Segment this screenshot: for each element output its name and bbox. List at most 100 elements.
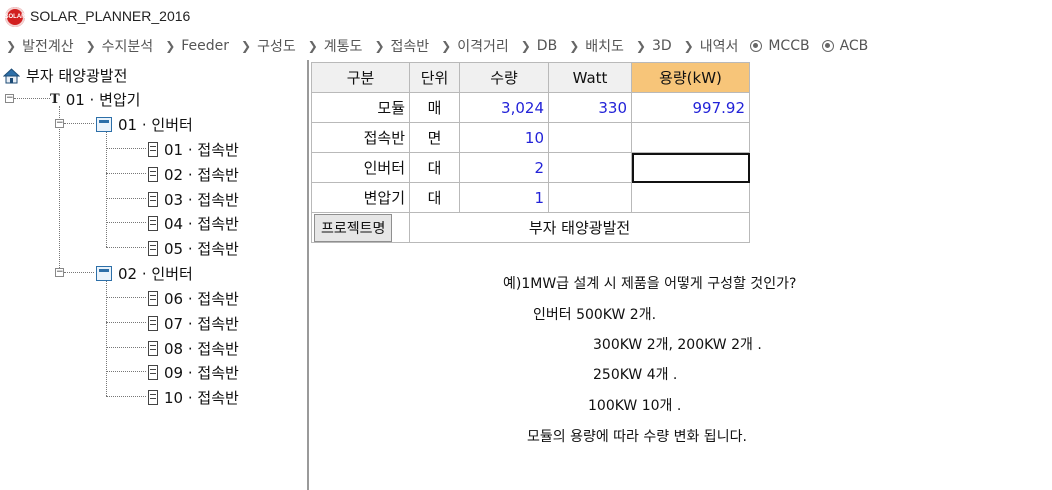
tree-connector [106, 371, 146, 372]
tree-item-junction-box[interactable]: 10 · 접속반 [148, 387, 239, 408]
menu-item-junction-box[interactable]: ❯ 접속반 [374, 36, 429, 56]
project-name-field[interactable]: 부자 태양광발전 [409, 212, 750, 243]
tree-item-junction-box[interactable]: 01 · 접속반 [148, 139, 239, 160]
collapse-toggle[interactable]: − [5, 94, 14, 103]
grid-cell-qty[interactable]: 1 [459, 182, 549, 213]
collapse-toggle[interactable]: − [55, 119, 64, 128]
grid-cell-capacity-selected[interactable] [631, 152, 750, 183]
grid-cell-watt[interactable]: 330 [548, 92, 632, 123]
menu-item-statement[interactable]: ❯ 내역서 [684, 36, 739, 56]
menu-label: 내역서 [699, 39, 739, 55]
tree-item-junction-box[interactable]: 03 · 접속반 [148, 189, 239, 210]
menu-bar: ❯ 발전계산 ❯ 수지분석 ❯ Feeder ❯ 구성도 ❯ 계통도 ❯ 접속반 ❯ 이격거리… [0, 34, 1052, 58]
chevron-right-icon: ❯ [6, 39, 17, 53]
junction-box-icon [148, 365, 158, 380]
tree-item-inverter[interactable]: 02 · 인버터 [96, 263, 193, 284]
menu-item-acb[interactable]: ACB [821, 38, 869, 54]
tree-connector [106, 247, 146, 248]
inverter-icon [96, 266, 112, 281]
grid-cell-qty[interactable]: 3,024 [459, 92, 549, 123]
note-line: 100KW 10개 . [588, 398, 682, 414]
chevron-right-icon: ❯ [241, 39, 252, 53]
tree-item-label: 10 · 접속반 [164, 389, 239, 407]
tree-item-junction-box[interactable]: 09 · 접속반 [148, 362, 239, 383]
menu-item-layout[interactable]: ❯ 배치도 [569, 36, 624, 56]
tree-root-plant[interactable]: 부자 태양광발전 [2, 65, 127, 86]
junction-box-icon [148, 192, 158, 207]
menu-item-single-line[interactable]: ❯ 계통도 [308, 36, 363, 56]
tree-connector [106, 347, 146, 348]
grid-cell-qty[interactable]: 2 [459, 152, 549, 183]
grid-header: 용량(kW) [631, 62, 750, 93]
grid-cell-qty[interactable]: 10 [459, 122, 549, 153]
tree-item-junction-box[interactable]: 08 · 접속반 [148, 338, 239, 359]
title-bar: SOLAR SOLAR_PLANNER_2016 [0, 0, 1052, 32]
tree-item-junction-box[interactable]: 02 · 접속반 [148, 164, 239, 185]
tree-connector [59, 106, 60, 272]
tree-item-junction-box[interactable]: 04 · 접속반 [148, 213, 239, 234]
menu-item-separation-distance[interactable]: ❯ 이격거리 [441, 36, 509, 56]
inverter-icon [96, 117, 112, 132]
grid-header: 구분 [311, 62, 410, 93]
grid-header: Watt [548, 62, 632, 93]
menu-item-mccb[interactable]: MCCB [750, 38, 810, 54]
tree-item-label: 09 · 접속반 [164, 364, 239, 382]
tree-item-inverter[interactable]: 01 · 인버터 [96, 114, 193, 135]
tree-item-label: 05 · 접속반 [164, 240, 239, 258]
note-line: 인버터 500KW 2개. [533, 307, 657, 323]
tree-item-junction-box[interactable]: 06 · 접속반 [148, 288, 239, 309]
menu-label: 이격거리 [457, 39, 509, 55]
grid-cell-capacity[interactable] [631, 122, 750, 153]
tree-item-label: 07 · 접속반 [164, 315, 239, 333]
project-name-button[interactable]: 프로젝트명 [314, 213, 393, 242]
tree-item-transformer[interactable]: T 01 · 변압기 [50, 89, 140, 110]
tree-item-label: 01 · 접속반 [164, 141, 239, 159]
menu-label: 구성도 [257, 39, 296, 55]
junction-box-icon [148, 216, 158, 231]
transformer-icon: T [50, 92, 60, 107]
menu-item-3d[interactable]: ❯ 3D [636, 38, 672, 54]
grid-cell-unit: 매 [409, 92, 460, 123]
menu-item-db[interactable]: ❯ DB [521, 38, 557, 54]
menu-item-feeder[interactable]: ❯ Feeder [165, 38, 229, 54]
house-icon [2, 67, 21, 84]
menu-item-income-analysis[interactable]: ❯ 수지분석 [86, 36, 154, 56]
tree-item-junction-box[interactable]: 05 · 접속반 [148, 238, 239, 259]
grid-cell-unit: 면 [409, 122, 460, 153]
menu-label: 수지분석 [101, 39, 154, 55]
junction-box-icon [148, 142, 158, 157]
menu-item-power-calc[interactable]: ❯ 발전계산 [6, 36, 74, 56]
menu-label: 계통도 [323, 39, 363, 55]
app-logo-text: SOLAR [4, 14, 26, 20]
grid-cell-watt[interactable] [548, 152, 632, 183]
tree-item-label: 04 · 접속반 [164, 215, 239, 233]
window-title: SOLAR_PLANNER_2016 [30, 8, 191, 24]
menu-label: DB [536, 38, 558, 54]
grid-cell-watt[interactable] [548, 122, 632, 153]
menu-label: ACB [839, 38, 869, 54]
note-question: 예)1MW급 설계 시 제품을 어떻게 구성할 것인가? [503, 276, 797, 292]
tree-connector [106, 396, 146, 397]
menu-label: 3D [651, 38, 672, 54]
grid-cell-capacity[interactable]: 997.92 [631, 92, 750, 123]
grid-cell-capacity[interactable] [631, 182, 750, 213]
collapse-toggle[interactable]: − [55, 268, 64, 277]
chevron-right-icon: ❯ [165, 39, 176, 53]
tree-connector [64, 272, 94, 273]
grid-cell-name: 인버터 [311, 152, 410, 183]
menu-label: MCCB [768, 38, 810, 54]
tree-item-label: 02 · 인버터 [118, 265, 193, 283]
radio-icon [821, 40, 834, 52]
menu-item-configuration[interactable]: ❯ 구성도 [241, 36, 296, 56]
chevron-right-icon: ❯ [520, 39, 531, 53]
menu-label: Feeder [181, 38, 230, 54]
grid-cell-unit: 대 [409, 152, 460, 183]
tree-item-junction-box[interactable]: 07 · 접속반 [148, 313, 239, 334]
junction-box-icon [148, 341, 158, 356]
junction-box-icon [148, 241, 158, 256]
grid-cell-name: 변압기 [311, 182, 410, 213]
grid-cell-watt[interactable] [548, 182, 632, 213]
junction-box-icon [148, 390, 158, 405]
tree-connector [106, 322, 146, 323]
note-line: 300KW 2개, 200KW 2개 . [593, 337, 762, 353]
